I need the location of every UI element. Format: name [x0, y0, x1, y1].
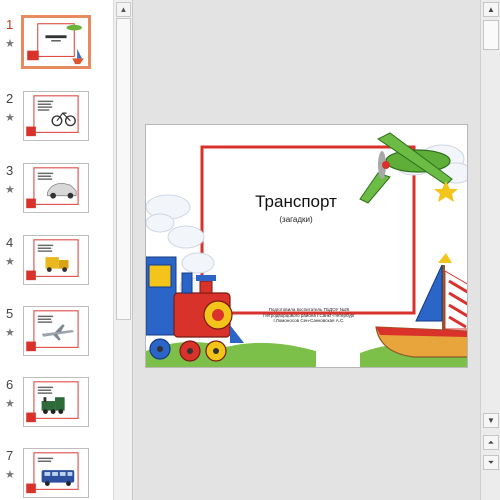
- previous-slide-button[interactable]: ⏶: [483, 435, 499, 450]
- thumbnail-image: [23, 91, 89, 141]
- slide-thumbnail-pane[interactable]: 1 ★ 2 ★ 3 ★ 4 ★ 5 ★ 6 ★ 7 ★ ▲: [0, 0, 133, 500]
- star-icon: ★: [5, 38, 15, 50]
- scrollbar-thumb[interactable]: [116, 18, 131, 320]
- editor-scrollbar[interactable]: ▲ ▼ ⏶ ⏷: [480, 0, 500, 500]
- slide-number: 4: [6, 235, 14, 250]
- scrollbar-thumb[interactable]: [483, 20, 499, 50]
- slide-canvas[interactable]: Транспорт (загадки) Подготовила воспитат…: [145, 124, 468, 368]
- thumbnail-image: [23, 235, 89, 285]
- credits-line: г.Ломоносов Сен-Санковская А.С.: [273, 318, 345, 323]
- thumbnail-scrollbar[interactable]: ▲: [113, 0, 132, 500]
- scroll-up-button[interactable]: ▲: [116, 2, 131, 17]
- slide-number: 5: [6, 306, 14, 321]
- next-slide-button[interactable]: ⏷: [483, 455, 499, 470]
- slide-number: 1: [6, 17, 14, 32]
- slide-number: 3: [6, 163, 14, 178]
- thumbnail-image: [21, 15, 91, 69]
- thumbnail-slide-3[interactable]: 3 ★: [0, 163, 112, 223]
- thumbnail-slide-5[interactable]: 5 ★: [0, 306, 112, 366]
- slide-title[interactable]: Транспорт: [246, 192, 346, 212]
- slide-subtitle[interactable]: (загадки): [246, 215, 346, 224]
- thumbnail-image: [23, 306, 89, 356]
- slide-illustration: [146, 132, 467, 367]
- airplane-icon: [359, 132, 458, 204]
- star-icon: ★: [5, 327, 15, 339]
- star-icon: ★: [5, 112, 15, 124]
- thumbnail-slide-4[interactable]: 4 ★: [0, 235, 112, 295]
- star-icon: ★: [5, 398, 15, 410]
- sailboat-icon: [375, 253, 467, 358]
- slide-number: 7: [6, 448, 14, 463]
- slide-editor[interactable]: Транспорт (загадки) Подготовила воспитат…: [133, 0, 480, 500]
- scroll-down-button[interactable]: ▼: [483, 413, 499, 428]
- slide-credits[interactable]: Подготовила воспитатель ГБДОУ №26 Петрод…: [254, 307, 364, 324]
- thumbnail-slide-7[interactable]: 7 ★: [0, 448, 112, 500]
- thumbnail-slide-1[interactable]: 1 ★: [0, 15, 112, 77]
- scroll-up-button[interactable]: ▲: [483, 2, 499, 17]
- slide-number: 2: [6, 91, 14, 106]
- thumbnail-slide-6[interactable]: 6 ★: [0, 377, 112, 437]
- thumbnail-image: [23, 377, 89, 427]
- credits-line: Подготовила воспитатель ГБДОУ №26: [268, 307, 350, 312]
- thumbnail-image: [23, 448, 89, 498]
- slide-number: 6: [6, 377, 14, 392]
- thumbnail-image: [23, 163, 89, 213]
- thumbnail-slide-2[interactable]: 2 ★: [0, 91, 112, 151]
- star-icon: ★: [5, 469, 15, 481]
- star-icon: ★: [5, 184, 15, 196]
- star-icon: ★: [5, 256, 15, 268]
